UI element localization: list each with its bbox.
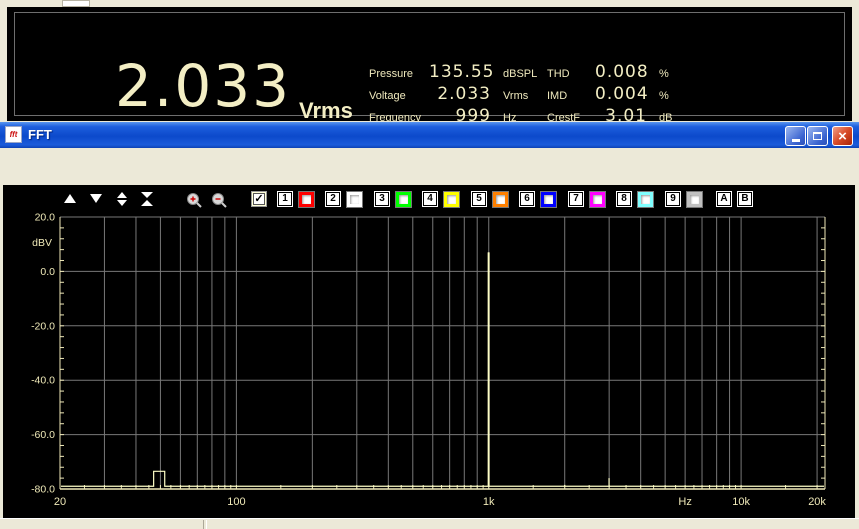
window-titlebar[interactable]: fft FFT [0, 122, 859, 148]
close-button[interactable]: × [832, 126, 853, 146]
fft-window-icon[interactable]: fft [5, 126, 22, 143]
svg-text:0.0: 0.0 [40, 266, 55, 278]
background-window-fragment [62, 0, 90, 7]
status-bar [0, 518, 859, 529]
minimize-icon [791, 139, 800, 142]
svg-text:1k: 1k [483, 496, 495, 508]
svg-text:100: 100 [227, 496, 245, 508]
row-label: Pressure [369, 68, 414, 80]
fft-plot-panel: ✓ 1 2 3 4 5 6 7 8 9 A B 20.0 0.0 -20.0 -40.… [3, 185, 855, 518]
fft-toolbar: STOP A/B [0, 148, 859, 327]
svg-text:20k: 20k [808, 496, 826, 508]
window-title: FFT [28, 127, 52, 142]
svg-text:10k: 10k [732, 496, 750, 508]
row-unit: Vrms [503, 90, 529, 102]
svg-text:-20.0: -20.0 [31, 320, 55, 332]
svg-text:-60.0: -60.0 [31, 429, 55, 441]
svg-text:20: 20 [54, 496, 66, 508]
app-screen: 2.033 Vrms Pressure 135.55 dBSPL THD 0.0… [0, 0, 859, 529]
row-value: 135.55 [429, 62, 495, 82]
minimize-button[interactable] [785, 126, 806, 146]
maximize-icon [813, 132, 822, 140]
svg-text:dBV: dBV [32, 237, 52, 249]
row-value2: 0.008 [595, 62, 649, 82]
svg-text:Hz: Hz [678, 496, 691, 508]
svg-text:20.0: 20.0 [35, 212, 56, 224]
main-level-readout: 2.033 [115, 52, 292, 120]
close-icon: × [838, 127, 847, 145]
row-value: 2.033 [437, 84, 491, 104]
svg-text:-80.0: -80.0 [31, 484, 55, 496]
maximize-button[interactable] [807, 126, 828, 146]
row-unit2: % [659, 68, 669, 80]
row-label: Voltage [369, 90, 406, 102]
row-unit: dBSPL [503, 68, 538, 80]
measurement-table: Pressure 135.55 dBSPL THD 0.008 % Voltag… [369, 62, 681, 128]
spectrum-chart: 20.0 0.0 -20.0 -40.0 -60.0 -80.0 dBV 20 100 1k Hz 1… [31, 212, 826, 509]
main-level-unit: Vrms [299, 98, 353, 123]
row-label2: IMD [547, 90, 568, 102]
row-value2: 0.004 [595, 84, 649, 104]
status-bar-divider [203, 520, 207, 529]
level-meter-panel: 2.033 Vrms Pressure 135.55 dBSPL THD 0.0… [7, 7, 852, 126]
row-unit2: % [659, 90, 669, 102]
svg-text:-40.0: -40.0 [31, 375, 55, 387]
row-label2: THD [547, 68, 570, 80]
